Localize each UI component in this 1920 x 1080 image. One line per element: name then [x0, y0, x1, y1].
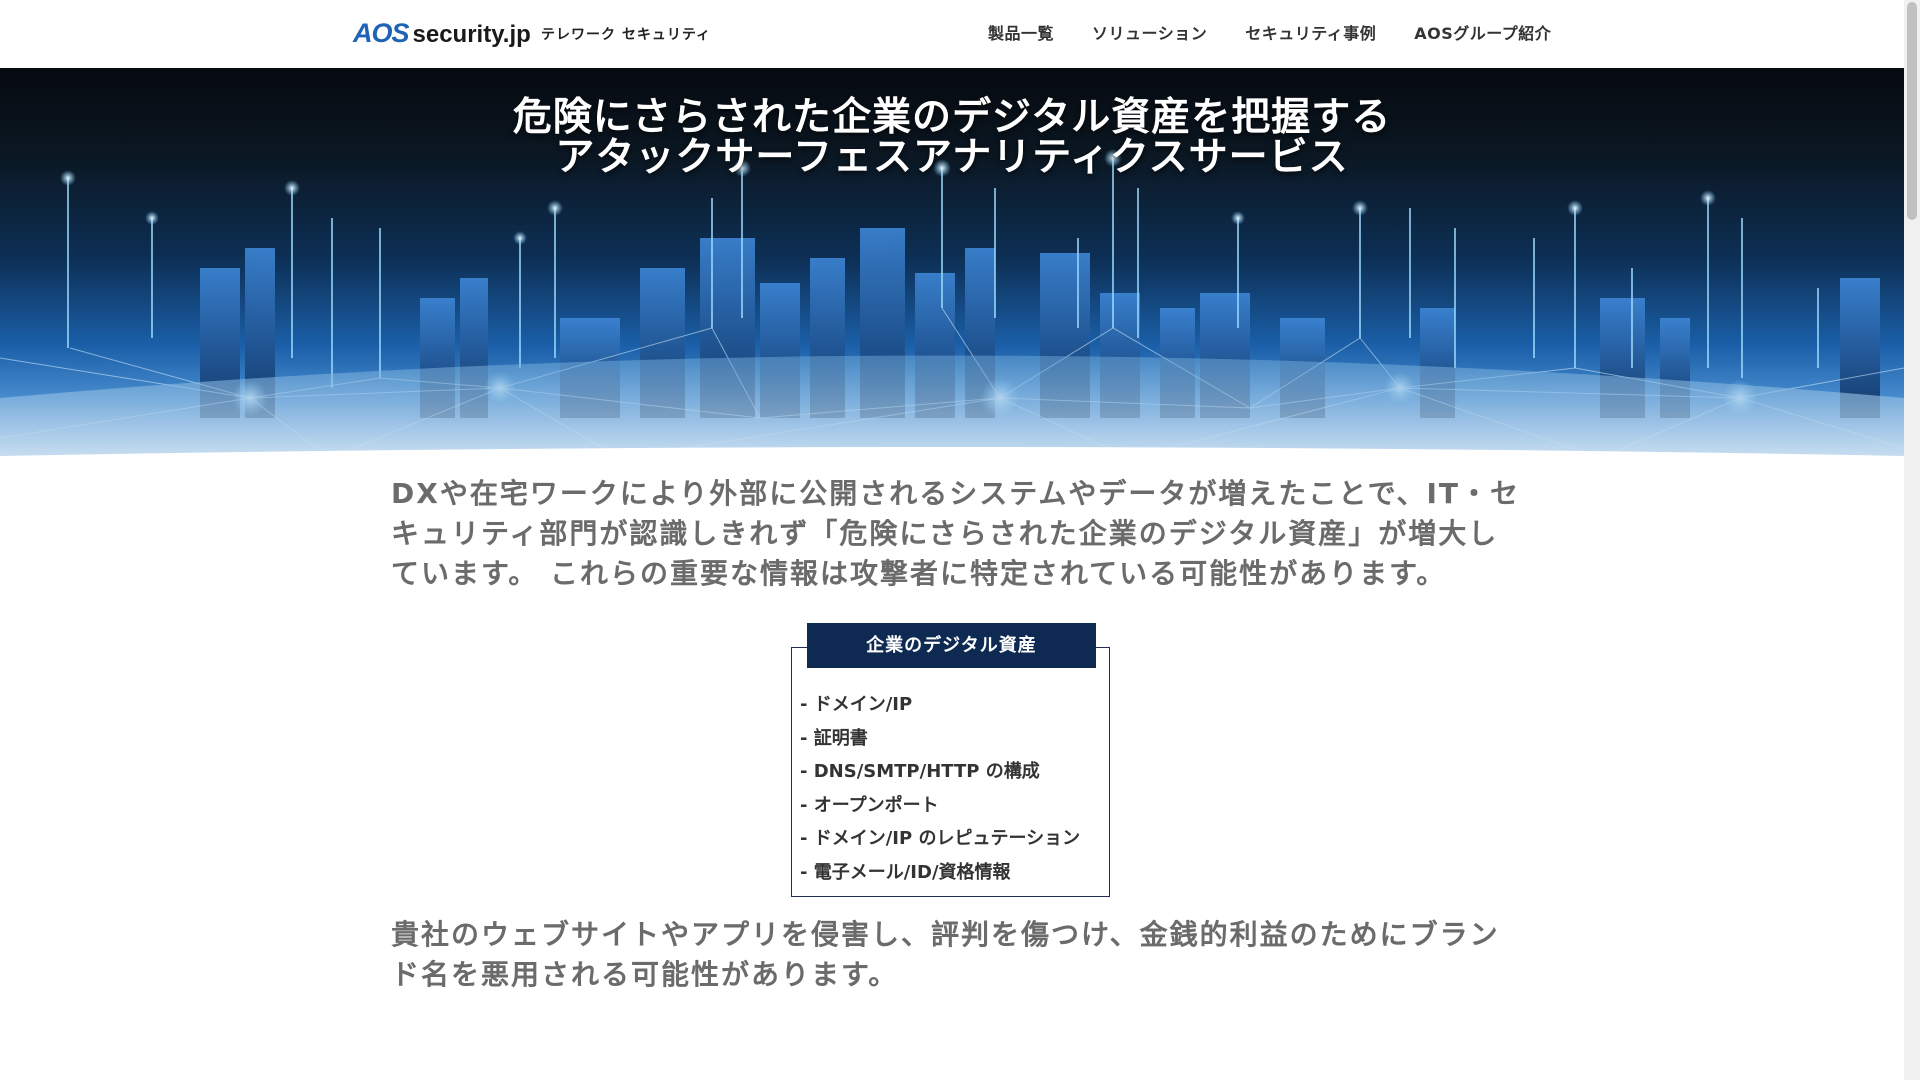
- logo-mark: AOS: [353, 18, 410, 48]
- hero-title: 危険にさらされた企業のデジタル資産を把握する アタックサーフェスアナリティクスサ…: [0, 98, 1904, 178]
- site-header: AOS security.jp テレワーク セキュリティ 製品一覧 ソリューショ…: [0, 0, 1904, 68]
- page: AOS security.jp テレワーク セキュリティ 製品一覧 ソリューショ…: [0, 0, 1920, 1080]
- logo-domain: security.jp: [412, 21, 531, 48]
- asset-item-open-ports: - オープンポート: [800, 794, 939, 816]
- main-nav: 製品一覧 ソリューション セキュリティ事例 AOSグループ紹介: [988, 20, 1551, 44]
- hero-title-line-1: 危険にさらされた企業のデジタル資産を把握する: [512, 95, 1392, 141]
- asset-item-certificates: - 証明書: [800, 727, 868, 749]
- logo-tagline: テレワーク セキュリティ: [541, 27, 712, 43]
- digital-assets-list: - ドメイン/IP - 証明書 - DNS/SMTP/HTTP の構成 - オー…: [800, 688, 1080, 890]
- site-logo[interactable]: AOS security.jp: [353, 18, 531, 49]
- asset-item-dns-smtp-http: - DNS/SMTP/HTTP の構成: [800, 761, 1040, 783]
- asset-item-reputation: - ドメイン/IP のレピュテーション: [800, 828, 1081, 850]
- nav-item-products[interactable]: 製品一覧: [988, 20, 1054, 44]
- nav-item-about-group[interactable]: AOSグループ紹介: [1414, 20, 1551, 44]
- nav-item-case-studies[interactable]: セキュリティ事例: [1245, 20, 1376, 44]
- hero-banner: 危険にさらされた企業のデジタル資産を把握する アタックサーフェスアナリティクスサ…: [0, 68, 1904, 464]
- outro-paragraph: 貴社のウェブサイトやアプリを侵害し、評判を傷つけ、金銭的利益のためにブランド名を…: [391, 918, 1500, 991]
- asset-item-credentials: - 電子メール/ID/資格情報: [800, 861, 1011, 883]
- intro-paragraph: DXや在宅ワークにより外部に公開されるシステムやデータが増えたことで、IT・セキ…: [391, 477, 1520, 590]
- nav-item-solutions[interactable]: ソリューション: [1092, 20, 1207, 44]
- page-scrollbar[interactable]: [1904, 0, 1920, 1080]
- asset-item-domain-ip: - ドメイン/IP: [800, 694, 913, 715]
- hero-title-line-2: アタックサーフェスアナリティクスサービス: [555, 135, 1349, 181]
- scrollbar-thumb[interactable]: [1907, 2, 1917, 220]
- digital-assets-title: 企業のデジタル資産: [807, 623, 1096, 668]
